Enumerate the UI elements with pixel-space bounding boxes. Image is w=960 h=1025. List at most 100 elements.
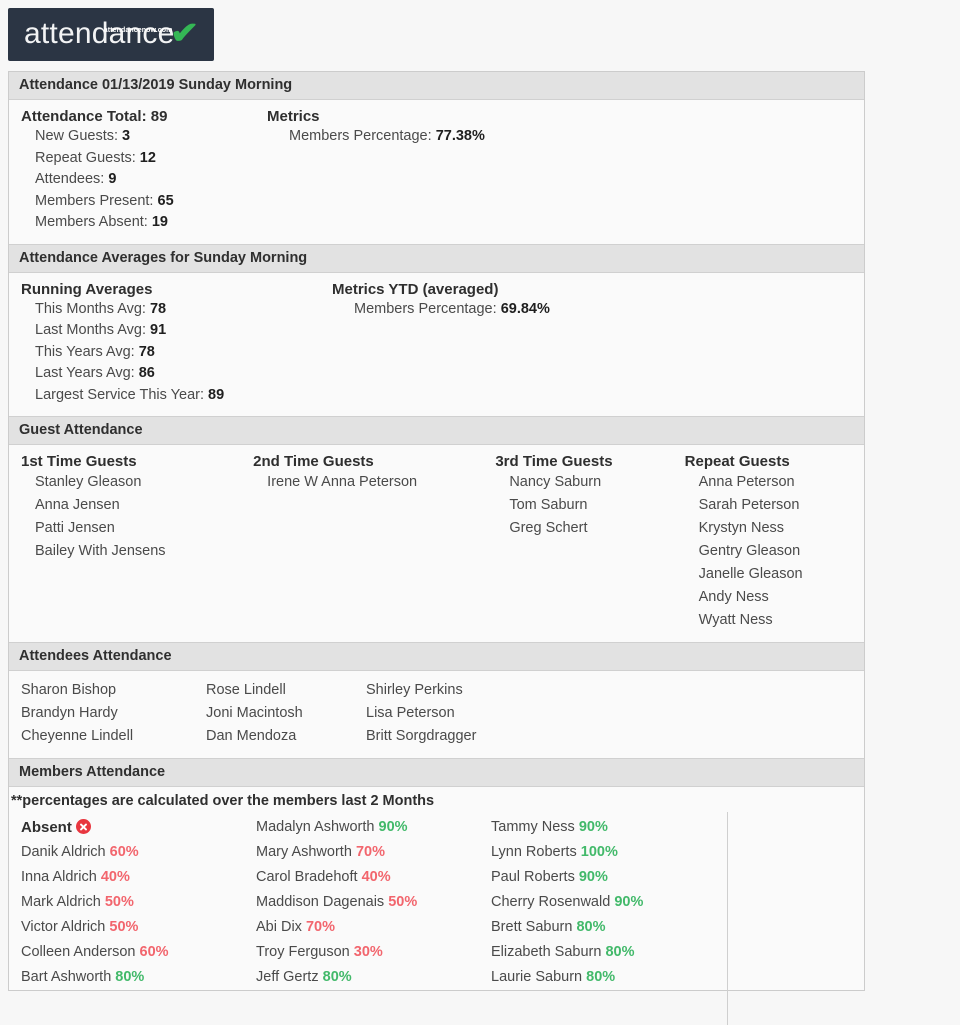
member-percent: 100% xyxy=(580,844,618,860)
guest-column-title: Repeat Guests xyxy=(684,453,790,470)
attendees-column: Shirley Perkins Lisa Peterson Britt Sorg… xyxy=(366,679,476,748)
metrics-ytd-line: Members Percentage: 69.84% xyxy=(332,299,550,321)
averages-body: Running Averages This Months Avg: 78 Las… xyxy=(9,272,864,416)
section-header-attendance: Attendance 01/13/2019 Sunday Morning xyxy=(9,72,864,100)
attendance-report-panel: Attendance 01/13/2019 Sunday Morning Att… xyxy=(8,71,865,1025)
guest-name: Krystyn Ness xyxy=(698,520,785,536)
member-name: Colleen Anderson xyxy=(21,944,136,960)
guest-name: Patti Jensen xyxy=(35,520,115,536)
member-percent: 60% xyxy=(109,844,139,860)
logo-wordmark: attendance attendancenow.com xyxy=(24,17,174,51)
member-name: Brett Saburn xyxy=(491,919,573,935)
member-row: Bart Ashworth 80% xyxy=(21,965,256,990)
absent-label: Absent xyxy=(21,819,72,836)
member-name: Maddison Dagenais xyxy=(256,894,385,910)
logo-superscript-url: attendancenow.com xyxy=(103,27,173,34)
member-percent: 50% xyxy=(109,919,139,935)
member-name: Paul Roberts xyxy=(491,869,575,885)
summary-label: Members Present: xyxy=(35,192,154,209)
metrics-ytd-title: Metrics YTD (averaged) xyxy=(332,280,499,298)
member-row: Lynn Roberts 100% xyxy=(491,840,731,865)
member-row: Troy Ferguson 30% xyxy=(256,940,491,965)
guest-column-title: 3rd Time Guests xyxy=(495,453,613,470)
member-percent: 90% xyxy=(378,819,408,835)
average-value: 78 xyxy=(138,343,155,360)
attendance-total-label: Attendance Total: xyxy=(21,108,147,125)
guest-name: Andy Ness xyxy=(698,589,769,605)
member-name: Danik Aldrich xyxy=(21,844,106,860)
section-header-guests: Guest Attendance xyxy=(9,416,864,445)
summary-value: 3 xyxy=(122,128,131,144)
attendees-column: Rose Lindell Joni Macintosh Dan Mendoza xyxy=(206,679,366,748)
guest-name: Sarah Peterson xyxy=(698,497,800,513)
member-percent: 80% xyxy=(115,969,145,985)
average-label: Last Months Avg: xyxy=(35,322,146,338)
summary-line: Repeat Guests: 12 xyxy=(21,148,261,170)
member-row: Elizabeth Saburn 80% xyxy=(491,940,731,965)
member-row: Jeff Gertz 80% xyxy=(256,965,491,990)
attendee-name: Cheyenne Lindell xyxy=(21,728,134,744)
members-column-3: Tammy Ness 90% Lynn Roberts 100% Paul Ro… xyxy=(491,815,731,990)
member-percent: 40% xyxy=(361,869,391,885)
attendee-name: Sharon Bishop xyxy=(21,682,117,698)
guest-column-2nd-time: 2nd Time Guests Irene W Anna Peterson xyxy=(253,453,495,632)
member-percent: 90% xyxy=(578,869,608,885)
summary-value: 12 xyxy=(139,149,156,166)
attendance-summary-body: Attendance Total: 89 New Guests: 3 Repea… xyxy=(9,100,864,244)
attendance-logo[interactable]: attendance attendancenow.com ✔ xyxy=(8,8,214,61)
absent-heading: Absent xyxy=(21,815,256,840)
summary-value: 65 xyxy=(157,192,174,209)
attendees-attendance-body: Sharon Bishop Brandyn Hardy Cheyenne Lin… xyxy=(9,671,864,758)
attendee-name: Shirley Perkins xyxy=(366,682,463,698)
member-percent: 50% xyxy=(388,894,418,910)
circle-x-icon xyxy=(75,819,91,834)
member-name: Tammy Ness xyxy=(491,819,575,835)
checkmark-icon: ✔ xyxy=(170,17,200,50)
member-percent: 70% xyxy=(355,844,385,860)
member-percent: 80% xyxy=(576,919,606,935)
metrics-block: Metrics Members Percentage: 77.38% xyxy=(261,108,485,234)
member-row: Cherry Rosenwald 90% xyxy=(491,890,731,915)
member-percent: 30% xyxy=(353,944,383,960)
member-name: Lynn Roberts xyxy=(491,844,577,860)
guest-column-repeat: Repeat Guests Anna Peterson Sarah Peters… xyxy=(685,453,864,632)
member-row: Danik Aldrich 60% xyxy=(21,840,256,865)
attendee-name: Britt Sorgdragger xyxy=(366,728,477,744)
member-name: Bart Ashworth xyxy=(21,969,112,985)
summary-label: Attendees: xyxy=(35,171,105,187)
summary-line: New Guests: 3 xyxy=(21,126,261,148)
metrics-ytd-label: Members Percentage: xyxy=(354,300,497,317)
average-label: Last Years Avg: xyxy=(35,365,135,381)
average-line: Last Years Avg: 86 xyxy=(21,363,326,385)
guest-name: Gentry Gleason xyxy=(698,543,801,559)
summary-line: Members Present: 65 xyxy=(21,191,261,213)
members-attendance-body: **percentages are calculated over the me… xyxy=(9,787,864,1025)
average-line: This Years Avg: 78 xyxy=(21,342,326,364)
metrics-line: Members Percentage: 77.38% xyxy=(267,126,485,148)
summary-value: 9 xyxy=(108,171,117,187)
summary-label: New Guests: xyxy=(35,128,118,144)
member-name: Inna Aldrich xyxy=(21,869,97,885)
member-name: Carol Bradehoft xyxy=(256,869,358,885)
member-row: Carol Bradehoft 40% xyxy=(256,865,491,890)
members-column-1: Absent Danik Aldrich 60% Inna Aldrich 40… xyxy=(21,815,256,990)
guest-name: Janelle Gleason xyxy=(698,566,803,582)
attendee-name: Brandyn Hardy xyxy=(21,705,118,721)
attendance-total-value: 89 xyxy=(150,108,168,125)
average-label: This Months Avg: xyxy=(35,300,146,317)
average-value: 89 xyxy=(208,386,225,403)
member-percent: 40% xyxy=(100,869,130,885)
running-averages-block: Running Averages This Months Avg: 78 Las… xyxy=(9,281,326,407)
guest-name: Greg Schert xyxy=(509,520,588,536)
members-column-2: Madalyn Ashworth 90% Mary Ashworth 70% C… xyxy=(256,815,491,990)
member-row: Mary Ashworth 70% xyxy=(256,840,491,865)
member-row: Colleen Anderson 60% xyxy=(21,940,256,965)
guest-name: Nancy Saburn xyxy=(509,474,602,490)
attendee-name: Lisa Peterson xyxy=(366,705,455,721)
guest-name: Tom Saburn xyxy=(509,497,588,513)
summary-label: Members Absent: xyxy=(35,214,148,230)
member-name: Troy Ferguson xyxy=(256,944,350,960)
members-percentage-note: **percentages are calculated over the me… xyxy=(9,789,864,812)
member-percent: 70% xyxy=(305,919,335,935)
member-row: Paul Roberts 90% xyxy=(491,865,731,890)
